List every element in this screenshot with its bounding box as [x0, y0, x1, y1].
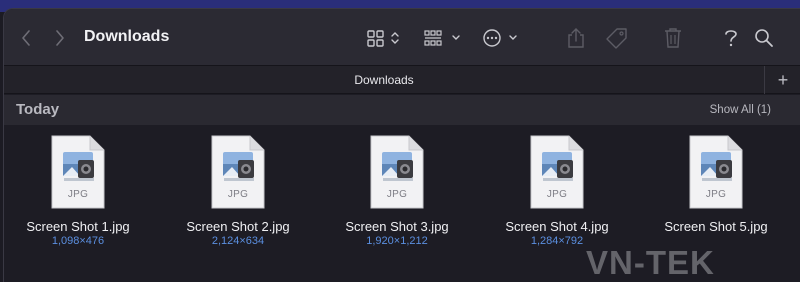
tag-icon[interactable] [605, 25, 629, 51]
tab-bar: Downloads + [4, 65, 800, 94]
file-type-label: JPG [386, 189, 408, 200]
section-title: Today [16, 101, 60, 118]
file-dimensions: 1,098×476 [51, 235, 105, 247]
file-item[interactable]: JPG Screen Shot 1.jpg 1,098×476 [4, 134, 153, 247]
jpg-file-icon: JPG [369, 134, 425, 210]
help-icon[interactable] [723, 25, 739, 51]
file-name: Screen Shot 3.jpg [345, 219, 449, 234]
tab-downloads[interactable]: Downloads [4, 73, 764, 87]
show-all-button[interactable]: Show All (1) [710, 104, 771, 116]
search-icon[interactable] [754, 25, 774, 51]
finder-window: Downloads Downloads + Today Show All (1)… [3, 8, 800, 282]
jpg-file-icon: JPG [210, 134, 266, 210]
file-name: Screen Shot 5.jpg [664, 219, 768, 234]
file-type-label: JPG [227, 189, 249, 200]
toolbar: Downloads [4, 9, 800, 65]
jpg-file-icon: JPG [50, 134, 106, 210]
file-name: Screen Shot 4.jpg [505, 219, 609, 234]
window-title: Downloads [84, 28, 170, 45]
file-type-label: JPG [546, 189, 568, 200]
jpg-file-icon: JPG [529, 134, 585, 210]
file-item[interactable]: JPG Screen Shot 3.jpg 1,920×1,212 [322, 134, 472, 247]
trash-icon[interactable] [664, 25, 682, 51]
back-arrow-icon[interactable] [18, 25, 34, 51]
file-name: Screen Shot 1.jpg [26, 219, 130, 234]
file-name: Screen Shot 2.jpg [186, 219, 290, 234]
file-type-label: JPG [705, 189, 727, 200]
file-dimensions: 2,124×634 [211, 235, 265, 247]
section-header: Today Show All (1) [4, 95, 800, 125]
file-item[interactable]: JPG Screen Shot 4.jpg 1,284×792 [482, 134, 632, 247]
more-actions-icon[interactable] [482, 25, 522, 51]
file-type-label: JPG [67, 189, 89, 200]
new-tab-button[interactable]: + [764, 66, 800, 94]
icon-view-icon[interactable] [366, 25, 404, 51]
file-item[interactable]: JPG Screen Shot 5.jpg [641, 134, 791, 235]
watermark: VN-TEK [586, 244, 715, 281]
share-icon[interactable] [566, 25, 586, 51]
file-dimensions: 1,920×1,212 [366, 235, 428, 247]
file-item[interactable]: JPG Screen Shot 2.jpg 2,124×634 [163, 134, 313, 247]
group-icon[interactable] [423, 25, 463, 51]
forward-arrow-icon[interactable] [52, 25, 68, 51]
jpg-file-icon: JPG [688, 134, 744, 210]
